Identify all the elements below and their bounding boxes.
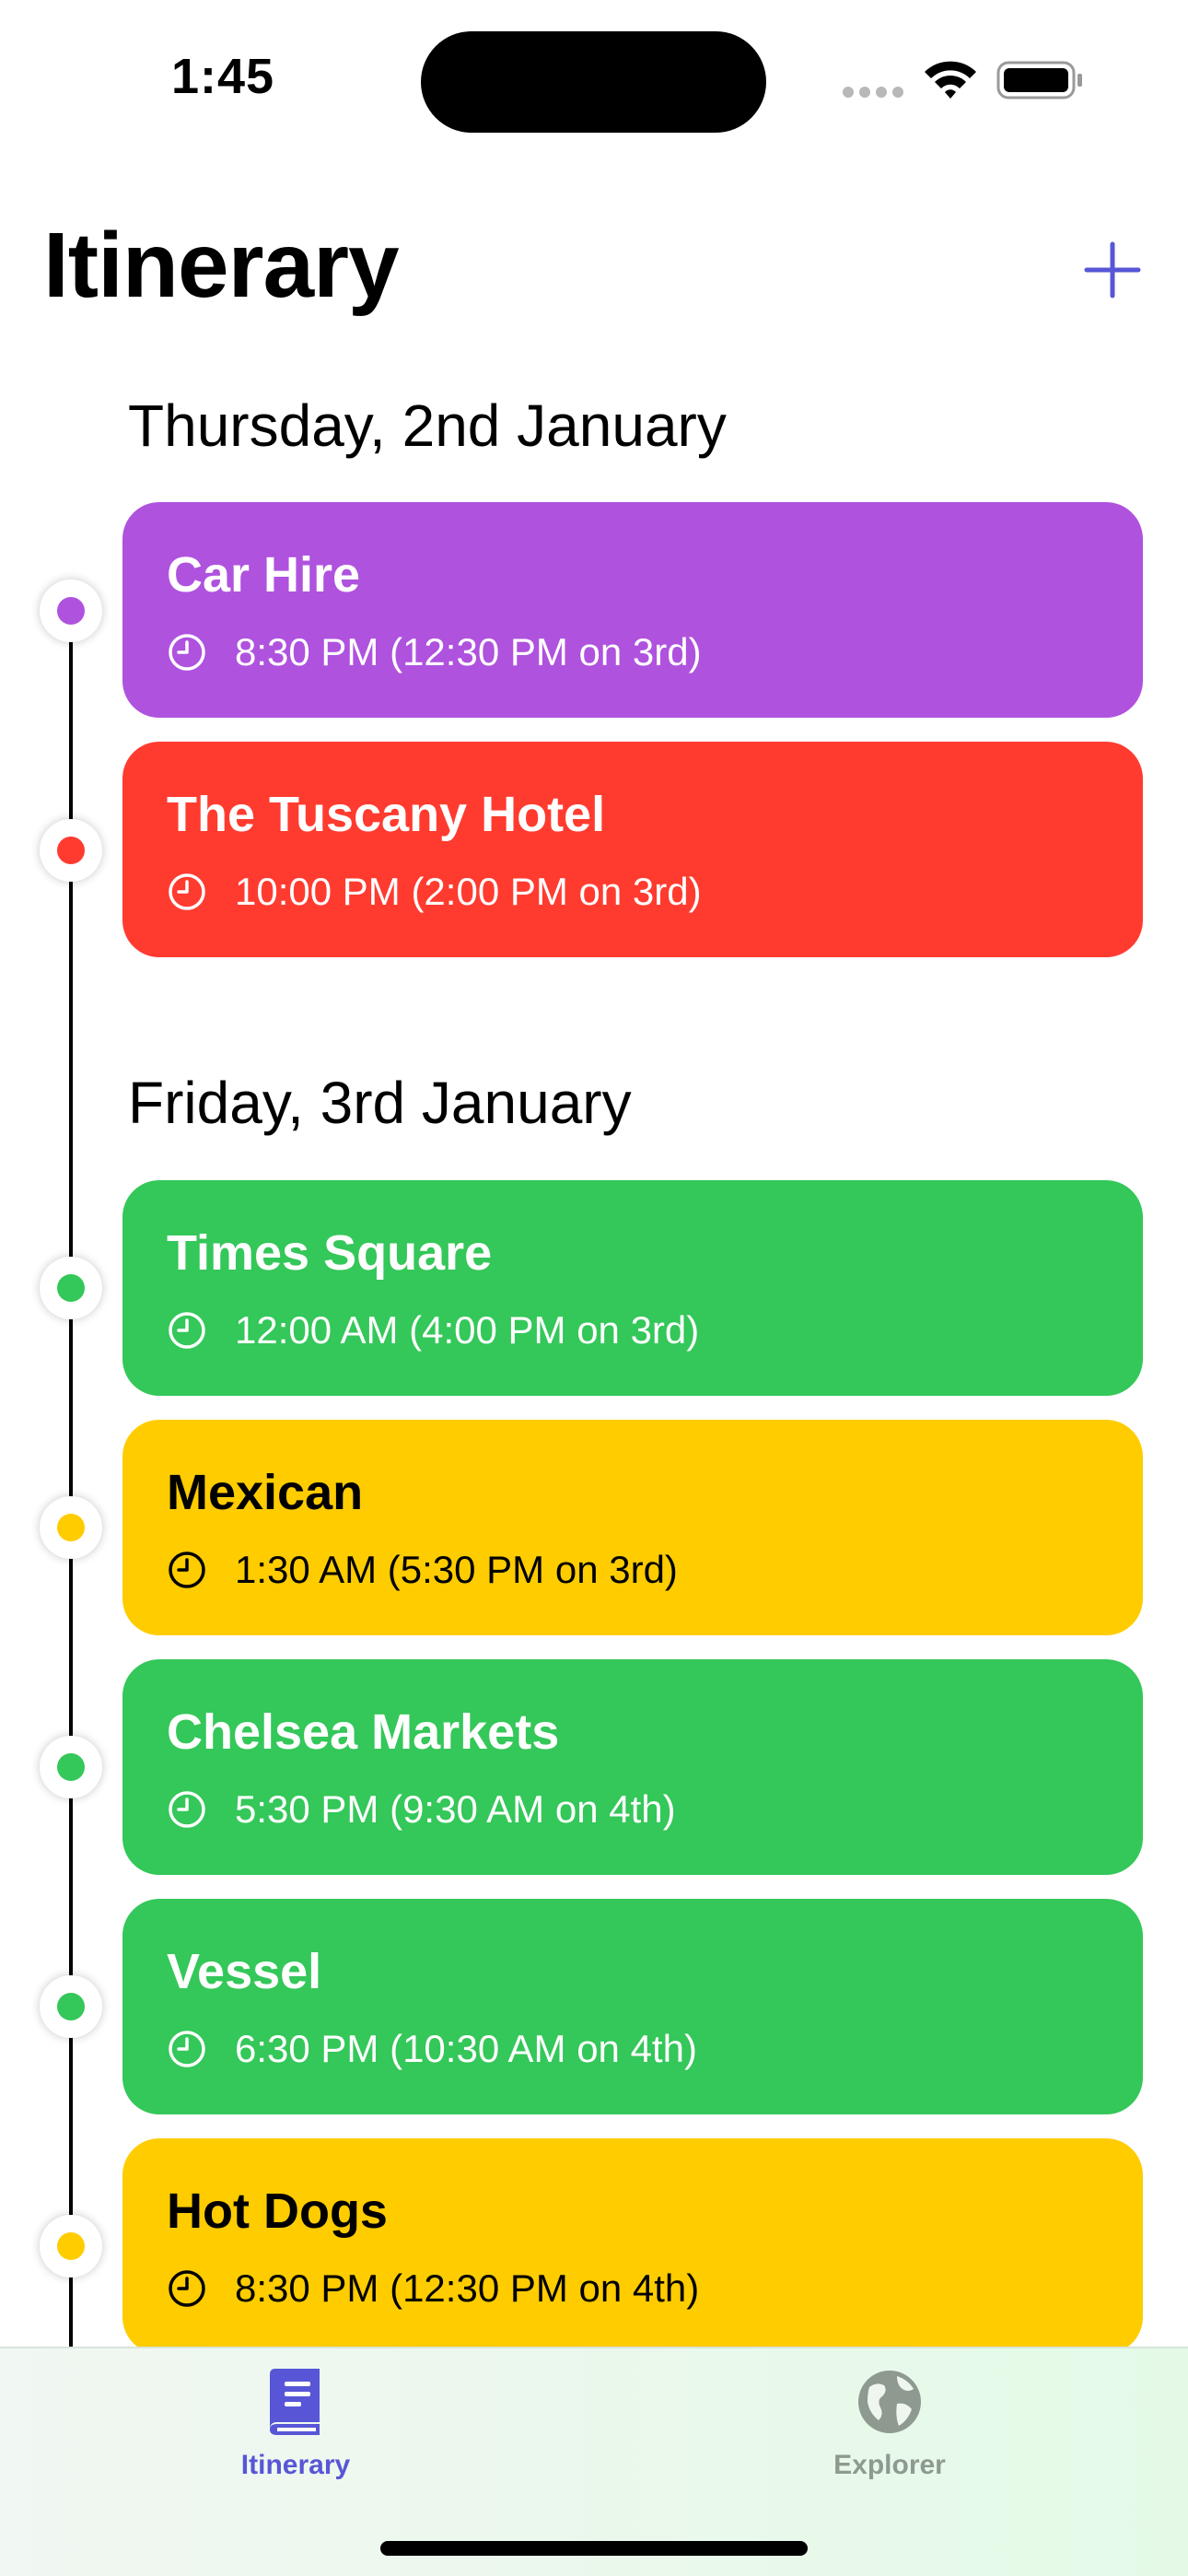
event-time-row: 8:30 PM (12:30 PM on 3rd) — [167, 629, 702, 675]
day-heading: Thursday, 2nd January — [128, 392, 727, 459]
home-indicator — [380, 2541, 808, 2556]
add-button[interactable] — [1077, 235, 1147, 305]
page-title: Itinerary — [43, 214, 400, 317]
event-time: 5:30 PM (9:30 AM on 4th) — [235, 1787, 676, 1831]
event-card-car-hire[interactable]: Car Hire 8:30 PM (12:30 PM on 3rd) — [122, 502, 1143, 718]
tab-label: Itinerary — [240, 2450, 351, 2480]
event-title: Mexican — [167, 1465, 364, 1520]
event-card-vessel[interactable]: Vessel 6:30 PM (10:30 AM on 4th) — [122, 1899, 1143, 2114]
event-time: 8:30 PM (12:30 PM on 4th) — [235, 2266, 700, 2310]
event-card-hot-dogs[interactable]: Hot Dogs 8:30 PM (12:30 PM on 4th) — [122, 2138, 1143, 2354]
dynamic-island — [421, 31, 766, 133]
tab-explorer[interactable]: Explorer — [751, 2367, 1028, 2496]
timeline-dot — [40, 1975, 102, 2038]
event-time-row: 6:30 PM (10:30 AM on 4th) — [167, 2026, 697, 2072]
timeline-dot — [40, 2215, 102, 2277]
event-time-row: 8:30 PM (12:30 PM on 4th) — [167, 2266, 699, 2312]
clock-icon — [169, 1312, 205, 1349]
clock-icon — [169, 1791, 205, 1828]
tab-label: Explorer — [833, 2450, 946, 2480]
event-card-times-square[interactable]: Times Square 12:00 AM (4:00 PM on 3rd) — [122, 1180, 1143, 1396]
event-time-row: 12:00 AM (4:00 PM on 3rd) — [167, 1307, 699, 1353]
tab-itinerary[interactable]: Itinerary — [157, 2367, 434, 2496]
event-card-chelsea-markets[interactable]: Chelsea Markets 5:30 PM (9:30 AM on 4th) — [122, 1659, 1143, 1875]
event-time: 1:30 AM (5:30 PM on 3rd) — [235, 1548, 678, 1591]
timeline-dot — [40, 1496, 102, 1559]
cellular-signal-icon — [843, 87, 903, 98]
event-card-tuscany-hotel[interactable]: The Tuscany Hotel 10:00 PM (2:00 PM on 3… — [122, 742, 1143, 957]
itinerary-screen: 1:45 Itinerary Thursday, 2nd January Car… — [0, 0, 1188, 2576]
clock-icon — [169, 873, 205, 910]
event-title: Vessel — [167, 1944, 322, 1999]
event-title: Car Hire — [167, 547, 361, 603]
book-icon — [270, 2369, 320, 2435]
event-title: Hot Dogs — [167, 2184, 388, 2239]
event-title: Chelsea Markets — [167, 1704, 560, 1760]
wifi-icon — [925, 61, 976, 99]
event-time: 10:00 PM (2:00 PM on 3rd) — [235, 870, 702, 913]
globe-icon — [858, 2371, 921, 2433]
clock-icon — [169, 1551, 205, 1588]
event-time: 8:30 PM (12:30 PM on 3rd) — [235, 630, 702, 673]
timeline-dot — [40, 1736, 102, 1798]
timeline-dot — [40, 580, 102, 642]
event-time: 6:30 PM (10:30 AM on 4th) — [235, 2027, 697, 2070]
timeline-dot — [40, 819, 102, 882]
status-time: 1:45 — [171, 49, 275, 104]
event-card-mexican[interactable]: Mexican 1:30 AM (5:30 PM on 3rd) — [122, 1420, 1143, 1635]
event-title: Times Square — [167, 1225, 493, 1281]
event-time-row: 10:00 PM (2:00 PM on 3rd) — [167, 869, 702, 915]
battery-icon — [996, 61, 1082, 100]
plus-icon — [1084, 241, 1141, 299]
clock-icon — [169, 2270, 205, 2307]
timeline-dot — [40, 1257, 102, 1319]
event-time-row: 5:30 PM (9:30 AM on 4th) — [167, 1786, 676, 1832]
event-title: The Tuscany Hotel — [167, 787, 606, 842]
event-time-row: 1:30 AM (5:30 PM on 3rd) — [167, 1547, 678, 1593]
clock-icon — [169, 634, 205, 671]
event-time: 12:00 AM (4:00 PM on 3rd) — [235, 1308, 700, 1352]
clock-icon — [169, 2031, 205, 2067]
day-heading: Friday, 3rd January — [128, 1070, 632, 1136]
